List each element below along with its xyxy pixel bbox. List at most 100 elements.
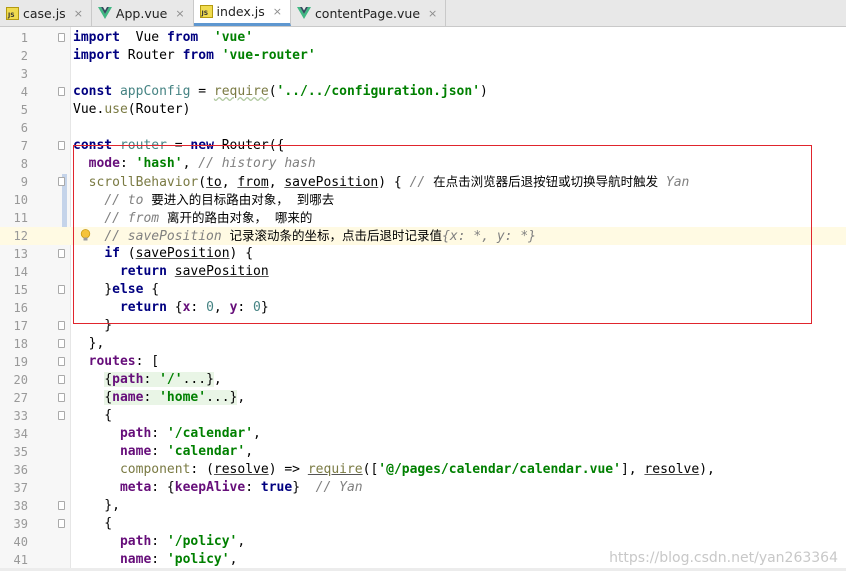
fold-toggle-icon[interactable] — [58, 519, 65, 528]
fold-toggle-icon[interactable] — [58, 141, 65, 150]
code-text: }, — [73, 497, 120, 515]
code-line[interactable]: 11 // from 离开的路由对象， 哪来的 — [0, 209, 846, 227]
line-number: 16 — [13, 301, 28, 315]
tab-label: contentPage.vue — [314, 5, 421, 21]
code-line[interactable]: 20 {path: '/'...}, — [0, 371, 846, 389]
code-token: path — [119, 426, 152, 441]
fold-toggle-icon[interactable] — [58, 375, 65, 384]
code-token: true — [260, 480, 293, 495]
code-token: 'hash' — [135, 156, 183, 171]
code-token: : ( — [190, 462, 214, 477]
code-token: 离开的路由对象， 哪来的 — [166, 210, 313, 225]
code-token: ) { — [378, 175, 410, 190]
code-line[interactable]: 18 }, — [0, 335, 846, 353]
fold-toggle-icon[interactable] — [58, 501, 65, 510]
code-token: appConfig — [119, 84, 191, 99]
code-editor[interactable]: 1 import Vue from 'vue' 2 import Router fro… — [0, 27, 846, 571]
code-token: ...} — [206, 390, 238, 405]
fold-toggle-icon[interactable] — [58, 339, 65, 348]
code-line[interactable]: 3 — [0, 65, 846, 83]
code-line[interactable]: 36 component: (resolve) => require(['@/p… — [0, 461, 846, 479]
code-line[interactable]: 13 if (savePosition) { — [0, 245, 846, 263]
code-token: const — [73, 138, 113, 153]
code-token: import — [73, 30, 120, 45]
close-icon[interactable]: × — [175, 7, 184, 20]
tab-app-vue[interactable]: App.vue × — [92, 0, 194, 26]
tab-index-js[interactable]: index.js × — [193, 0, 291, 26]
code-text: mode: 'hash', // history hash — [73, 155, 316, 173]
fold-toggle-icon[interactable] — [58, 357, 65, 366]
code-line[interactable]: 6 — [0, 119, 846, 137]
code-token: Vue. — [73, 102, 105, 117]
code-line[interactable]: 2 import Router from 'vue-router' — [0, 47, 846, 65]
code-text: component: (resolve) => require(['@/page… — [73, 461, 715, 479]
line-number: 15 — [13, 283, 28, 297]
code-line[interactable]: 12 // savePosition 记录滚动条的坐标，点击后退时记录值{x: … — [0, 227, 846, 245]
code-token: , — [237, 534, 246, 549]
fold-toggle-icon[interactable] — [58, 33, 65, 42]
fold-toggle-icon[interactable] — [58, 321, 65, 330]
close-icon[interactable]: × — [273, 5, 282, 18]
code-token: '@/pages/calendar/calendar.vue' — [378, 462, 621, 477]
code-token: from — [182, 48, 214, 63]
code-token: , — [182, 156, 199, 171]
code-line[interactable]: 16 return {x: 0, y: 0} — [0, 299, 846, 317]
code-line[interactable]: 33 { — [0, 407, 846, 425]
fold-toggle-icon[interactable] — [58, 285, 65, 294]
line-number: 7 — [20, 139, 28, 153]
code-token: 要进入的目标路由对象， 到哪去 — [151, 192, 335, 207]
code-line[interactable]: 4 const appConfig = require('../../config… — [0, 83, 846, 101]
code-line[interactable]: 15 }else { — [0, 281, 846, 299]
code-text: if (savePosition) { — [73, 245, 253, 263]
code-token: , — [221, 175, 238, 190]
code-line[interactable]: 27 {name: 'home'...}, — [0, 389, 846, 407]
code-line[interactable]: 7 const router = new Router({ — [0, 137, 846, 155]
close-icon[interactable]: × — [74, 7, 83, 20]
code-line[interactable]: 1 import Vue from 'vue' — [0, 29, 846, 47]
code-token: savePosition — [135, 246, 230, 261]
tab-case-js[interactable]: case.js × — [0, 0, 92, 26]
code-token: // to — [104, 193, 152, 208]
code-line[interactable]: 35 name: 'calendar', — [0, 443, 846, 461]
fold-toggle-icon[interactable] — [58, 177, 65, 186]
code-line[interactable]: 17 } — [0, 317, 846, 335]
code-token: : — [151, 444, 167, 459]
code-text: // savePosition 记录滚动条的坐标，点击后退时记录值{x: *, … — [73, 227, 536, 246]
code-line[interactable]: 5 Vue.use(Router) — [0, 101, 846, 119]
code-line[interactable]: 19 routes: [ — [0, 353, 846, 371]
code-token: path — [112, 372, 144, 387]
code-line[interactable]: 37 meta: {keepAlive: true} // Yan — [0, 479, 846, 497]
fold-toggle-icon[interactable] — [58, 393, 65, 402]
code-line[interactable]: 10 // to 要进入的目标路由对象， 到哪去 — [0, 191, 846, 209]
code-line[interactable]: 9 scrollBehavior(to, from, savePosition)… — [0, 173, 846, 191]
fold-toggle-icon[interactable] — [58, 249, 65, 258]
code-token: , — [245, 444, 254, 459]
tab-contentpage-vue[interactable]: contentPage.vue × — [291, 0, 447, 26]
code-token: : — [151, 552, 167, 567]
code-token: { — [104, 390, 113, 405]
fold-toggle-icon[interactable] — [58, 411, 65, 420]
code-line[interactable]: 8 mode: 'hash', // history hash — [0, 155, 846, 173]
code-token: : — [190, 300, 207, 315]
code-token: require — [213, 84, 269, 99]
close-icon[interactable]: × — [428, 7, 437, 20]
code-line[interactable]: 14 return savePosition — [0, 263, 846, 281]
code-text: } — [73, 317, 112, 335]
code-token: Router — [119, 48, 183, 63]
code-line[interactable]: 39 { — [0, 515, 846, 533]
code-line[interactable]: 34 path: '/calendar', — [0, 425, 846, 443]
line-number: 17 — [13, 319, 28, 333]
code-text: }else { — [73, 281, 159, 299]
code-line[interactable]: 38 }, — [0, 497, 846, 515]
code-token: ) — [480, 84, 488, 99]
fold-toggle-icon[interactable] — [58, 87, 65, 96]
code-token: require — [307, 462, 363, 477]
code-line[interactable]: 40 path: '/policy', — [0, 533, 846, 551]
